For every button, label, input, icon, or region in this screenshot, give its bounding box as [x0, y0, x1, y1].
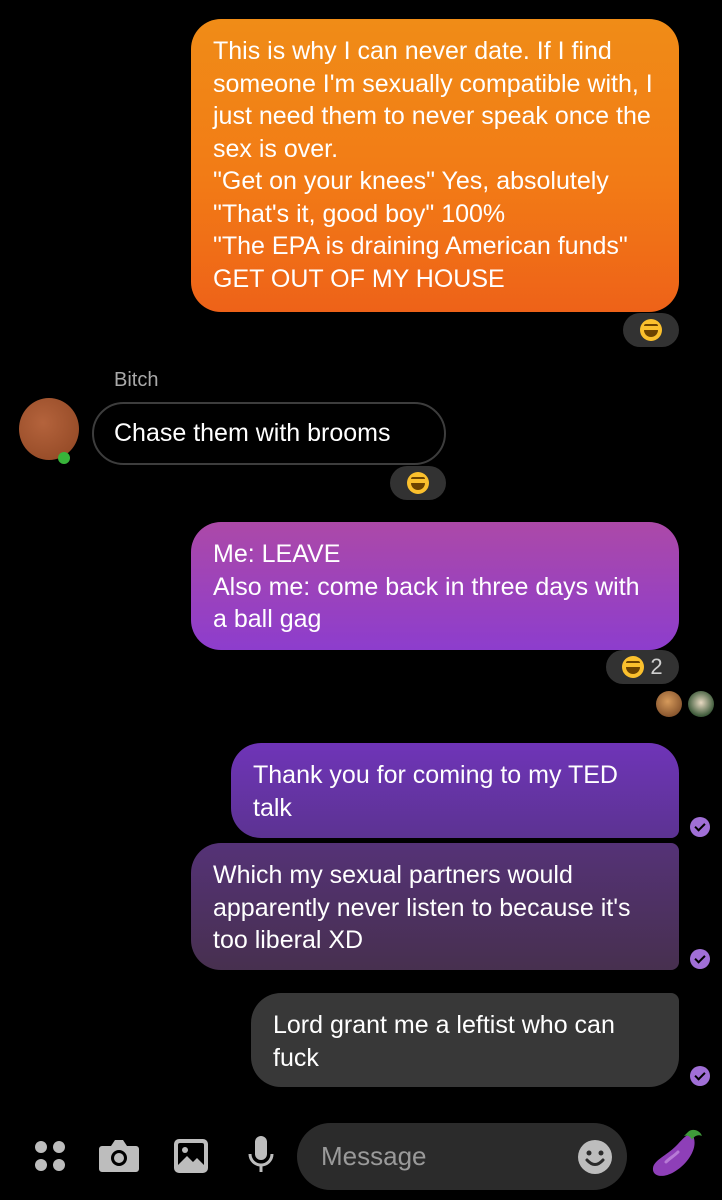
message-bubble-5[interactable]: Which my sexual partners would apparentl…	[191, 843, 679, 970]
seen-avatar	[688, 691, 714, 717]
message-reaction-2[interactable]	[390, 466, 446, 500]
grinning-squinting-face-icon	[640, 319, 662, 341]
message-bubble-1[interactable]: This is why I can never date. If I find …	[191, 19, 679, 312]
gallery-icon[interactable]	[172, 1137, 210, 1175]
message-bubble-2[interactable]: Chase them with brooms	[92, 402, 446, 465]
message-bubble-3[interactable]: Me: LEAVE Also me: come back in three da…	[191, 522, 679, 650]
grinning-squinting-face-icon	[407, 472, 429, 494]
avatar[interactable]	[19, 398, 79, 460]
reaction-count: 2	[650, 654, 663, 679]
message-bubble-6[interactable]: Lord grant me a leftist who can fuck	[251, 993, 679, 1087]
message-input[interactable]	[319, 1140, 563, 1173]
message-reaction-1[interactable]	[623, 313, 679, 347]
message-composer[interactable]	[297, 1123, 627, 1190]
microphone-icon[interactable]	[246, 1134, 276, 1176]
delivered-check-icon	[690, 949, 710, 969]
delivered-check-icon	[690, 817, 710, 837]
message-bubble-4[interactable]: Thank you for coming to my TED talk	[231, 743, 679, 838]
camera-icon[interactable]	[98, 1137, 140, 1175]
seen-avatar	[656, 691, 682, 717]
delivered-check-icon	[690, 1066, 710, 1086]
sender-name: Bitch	[114, 369, 159, 391]
apps-icon[interactable]	[32, 1138, 68, 1174]
emoji-icon[interactable]	[577, 1139, 613, 1180]
eggplant-icon[interactable]	[648, 1126, 704, 1182]
message-reaction-3[interactable]: 2	[606, 650, 679, 684]
online-status-dot	[58, 452, 70, 464]
grinning-squinting-face-icon	[622, 656, 645, 678]
